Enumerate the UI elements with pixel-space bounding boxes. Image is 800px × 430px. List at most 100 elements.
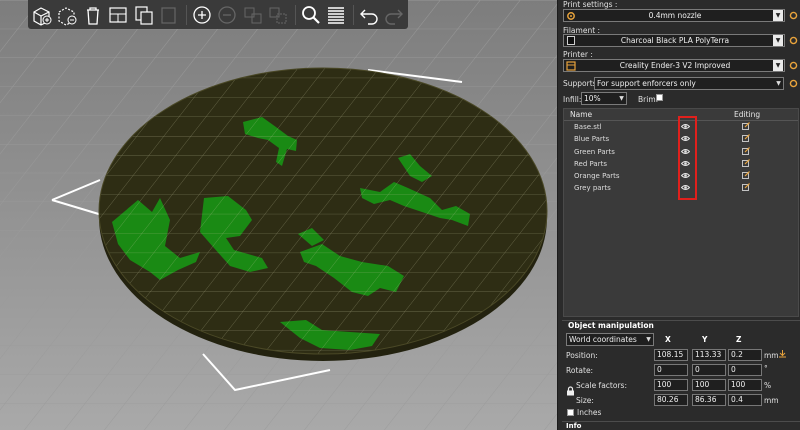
- rotate-x-field[interactable]: 0: [654, 364, 688, 376]
- split-objects-button[interactable]: [241, 1, 265, 28]
- object-name: Blue Parts: [574, 135, 610, 144]
- eye-icon[interactable]: [681, 172, 690, 179]
- undo-button[interactable]: [357, 1, 381, 28]
- rotate-unit: °: [764, 364, 768, 373]
- object-name: Base.stl: [574, 123, 602, 131]
- info-section: Info: [562, 421, 800, 430]
- editing-column-header[interactable]: Editing: [734, 110, 760, 119]
- position-z-field[interactable]: 0.2: [728, 349, 762, 361]
- layers-button[interactable]: [325, 1, 349, 28]
- edit-icon[interactable]: [742, 158, 750, 167]
- name-column-header[interactable]: Name: [570, 110, 592, 119]
- list-item[interactable]: Blue Parts: [564, 133, 798, 145]
- delete-all-button[interactable]: [81, 1, 105, 28]
- toolbar-separator: [295, 4, 297, 25]
- drop-to-bed-icon[interactable]: [778, 349, 787, 358]
- chevron-down-icon: ▼: [776, 80, 781, 87]
- print-settings-gear-icon[interactable]: [789, 11, 798, 20]
- object-rows: Base.stl Blue Parts Green Parts Red Parts Or…: [564, 121, 798, 195]
- rotate-y-field[interactable]: 0: [692, 364, 726, 376]
- split-parts-button[interactable]: [267, 1, 291, 28]
- size-x-field[interactable]: 80.26: [654, 394, 688, 406]
- search-button[interactable]: [299, 1, 323, 28]
- eye-icon[interactable]: [681, 123, 690, 130]
- object-name: Green Parts: [574, 147, 615, 156]
- chevron-down-icon: ▼: [773, 10, 783, 21]
- delete-all-icon: [86, 6, 99, 25]
- add-instance-icon: [193, 5, 211, 24]
- print-settings-value: 0.4mm nozzle: [648, 11, 702, 20]
- eye-icon[interactable]: [681, 160, 690, 167]
- chevron-down-icon: ▼: [646, 336, 651, 343]
- toolbar-separator: [186, 4, 188, 25]
- eye-icon[interactable]: [681, 148, 690, 155]
- 3d-viewport[interactable]: [0, 0, 557, 430]
- inches-checkbox[interactable]: [567, 409, 574, 416]
- coordinate-system-combo[interactable]: World coordinates ▼: [566, 333, 654, 346]
- position-label: Position:: [566, 351, 598, 360]
- edit-icon[interactable]: [742, 122, 750, 130]
- scale-y-field[interactable]: 100: [692, 379, 726, 391]
- scale-z-field[interactable]: 100: [728, 379, 762, 391]
- top-toolbar: [28, 0, 408, 29]
- split-parts-icon: [269, 7, 287, 23]
- size-z-field[interactable]: 0.4: [728, 394, 762, 406]
- printer-icon: [565, 60, 577, 71]
- infill-value: 10%: [584, 94, 601, 103]
- rotate-z-field[interactable]: 0: [728, 364, 762, 376]
- layers-icon: [328, 6, 345, 24]
- chevron-down-icon: ▼: [773, 60, 783, 71]
- size-unit: mm: [764, 396, 779, 405]
- coordinate-system-value: World coordinates: [569, 335, 637, 344]
- infill-combo[interactable]: 10% ▼: [581, 92, 627, 105]
- build-plate-scene[interactable]: [0, 0, 557, 430]
- axis-x-label: X: [665, 335, 671, 344]
- add-button[interactable]: [30, 1, 54, 28]
- edit-icon[interactable]: [742, 183, 750, 192]
- brim-checkbox[interactable]: [656, 94, 663, 101]
- remove-instance-button[interactable]: [216, 1, 240, 28]
- filament-color-swatch: [565, 35, 577, 46]
- list-item[interactable]: Red Parts: [564, 158, 798, 170]
- eye-icon[interactable]: [681, 135, 690, 142]
- delete-button[interactable]: [56, 1, 80, 28]
- position-unit: mm: [764, 351, 779, 360]
- eye-icon[interactable]: [681, 184, 690, 191]
- print-settings-label: Print settings :: [563, 0, 618, 9]
- object-name: Orange Parts: [574, 172, 620, 181]
- printer-combo[interactable]: Creality Ender-3 V2 Improved ▼: [563, 59, 785, 72]
- arrange-button[interactable]: [107, 1, 131, 28]
- print-settings-icon: [565, 10, 577, 21]
- edit-icon[interactable]: [742, 134, 750, 143]
- size-y-field[interactable]: 86.36: [692, 394, 726, 406]
- edit-icon[interactable]: [742, 146, 750, 155]
- position-x-field[interactable]: 108.15: [654, 349, 688, 361]
- axis-z-label: Z: [736, 335, 742, 344]
- remove-instance-icon: [218, 5, 237, 24]
- position-y-field[interactable]: 113.33: [692, 349, 726, 361]
- printer-label: Printer :: [563, 50, 593, 59]
- list-item[interactable]: Grey parts: [564, 182, 798, 194]
- paste-button[interactable]: [158, 1, 182, 28]
- supports-combo[interactable]: For support enforcers only ▼: [594, 77, 784, 90]
- list-item[interactable]: Green Parts: [564, 146, 798, 158]
- edit-icon[interactable]: [742, 171, 750, 180]
- scale-factors-label: Scale factors:: [576, 381, 627, 390]
- add-instance-button[interactable]: [190, 1, 214, 28]
- redo-button[interactable]: [383, 1, 407, 28]
- copy-button[interactable]: [132, 1, 156, 28]
- filament-combo[interactable]: Charcoal Black PLA PolyTerra ▼: [563, 34, 785, 47]
- lock-icon[interactable]: [566, 386, 575, 396]
- list-item[interactable]: Base.stl: [564, 121, 798, 133]
- filament-gear-icon[interactable]: [789, 36, 798, 45]
- printer-value: Creality Ender-3 V2 Improved: [619, 61, 731, 70]
- paste-icon: [161, 6, 177, 24]
- list-item[interactable]: Orange Parts: [564, 170, 798, 182]
- print-settings-combo[interactable]: 0.4mm nozzle ▼: [563, 9, 785, 22]
- printer-gear-icon[interactable]: [789, 61, 798, 70]
- redo-icon: [385, 9, 404, 25]
- scale-x-field[interactable]: 100: [654, 379, 688, 391]
- info-title: Info: [566, 422, 582, 430]
- search-icon: [301, 5, 320, 24]
- supports-gear-icon[interactable]: [789, 79, 798, 88]
